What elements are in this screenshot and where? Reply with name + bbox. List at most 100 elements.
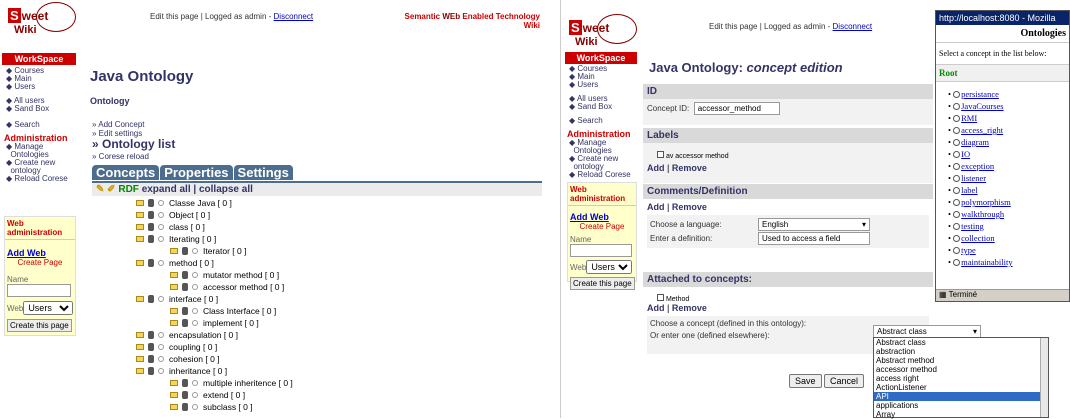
sidebar-item-sandbox[interactable]: ◆ Sand Box xyxy=(2,105,76,113)
remove-concept-link[interactable]: Remove xyxy=(672,303,707,313)
admin-manage-ontologies[interactable]: ◆ Manage Ontologies xyxy=(2,143,76,159)
page-name-input[interactable] xyxy=(570,244,632,257)
edit-icon[interactable]: ✐ xyxy=(107,184,115,195)
tree-item[interactable]: inheritance [ 0 ] xyxy=(136,366,227,376)
concept-option[interactable]: • RMI xyxy=(948,112,1069,124)
tree-item[interactable]: Iterator [ 0 ] xyxy=(170,246,246,256)
tree-item[interactable]: encapsulation [ 0 ] xyxy=(136,330,238,340)
admin-reload-corese[interactable]: ◆ Reload Corese xyxy=(2,175,76,183)
concept-option[interactable]: • diagram xyxy=(948,136,1069,148)
web-select[interactable]: Users xyxy=(586,260,633,274)
label-checkbox[interactable] xyxy=(657,151,664,158)
collapse-all-link[interactable]: collapse all xyxy=(199,184,253,195)
tree-item[interactable]: Class Interface [ 0 ] xyxy=(170,306,276,316)
concept-option[interactable]: • IO xyxy=(948,148,1069,160)
cancel-button[interactable]: Cancel xyxy=(824,374,865,388)
tree-item[interactable]: accessor method [ 0 ] xyxy=(170,282,284,292)
radio-icon[interactable] xyxy=(953,103,961,110)
sidebar-item-sandbox[interactable]: ◆ Sand Box xyxy=(565,103,637,111)
dropdown-option[interactable]: access right xyxy=(874,374,1048,383)
pencil-icon[interactable]: ✎ xyxy=(96,184,104,195)
edit-page-link[interactable]: Edit this page xyxy=(150,12,198,21)
concept-option[interactable]: • access_right xyxy=(948,124,1069,136)
dropdown-option-selected[interactable]: API xyxy=(874,392,1048,401)
admin-create-ontology[interactable]: ◆ Create new ontology xyxy=(2,159,76,175)
concept-option[interactable]: • walkthrough xyxy=(948,208,1069,220)
radio-icon[interactable] xyxy=(953,139,961,146)
sidebar-item-search[interactable]: ◆ Search xyxy=(565,117,637,125)
concept-id-input[interactable]: accessor_method xyxy=(693,102,780,115)
radio-icon[interactable] xyxy=(953,91,961,98)
tree-item[interactable]: multiple inheritence [ 0 ] xyxy=(170,378,293,388)
concept-option[interactable]: • exception xyxy=(948,160,1069,172)
tree-item[interactable]: coupling [ 0 ] xyxy=(136,342,217,352)
ontology-list-link[interactable]: » Ontology list xyxy=(92,137,175,151)
radio-icon[interactable] xyxy=(953,115,961,122)
concept-option[interactable]: • label xyxy=(948,184,1069,196)
dropdown-option[interactable]: accessor method xyxy=(874,365,1048,374)
radio-icon[interactable] xyxy=(953,235,961,242)
radio-icon[interactable] xyxy=(953,175,961,182)
admin-create-ontology[interactable]: ◆ Create new ontology xyxy=(565,155,637,171)
concept-option[interactable]: • listener xyxy=(948,172,1069,184)
rdf-link[interactable]: RDF xyxy=(118,184,139,195)
radio-icon[interactable] xyxy=(953,127,961,134)
tab-settings[interactable]: Settings xyxy=(233,165,293,180)
language-select[interactable]: English ▾ xyxy=(758,218,870,231)
tree-item[interactable]: method [ 0 ] xyxy=(136,258,214,268)
sweetwiki-logo[interactable]: S weet xyxy=(569,14,637,44)
dropdown-option[interactable]: ActionListener xyxy=(874,383,1048,392)
tree-item[interactable]: subclass [ 0 ] xyxy=(170,402,253,412)
sidebar-item-users[interactable]: ◆ Users xyxy=(2,83,76,91)
create-page-button[interactable]: Create this page xyxy=(7,319,72,332)
dropdown-option[interactable]: Abstract class xyxy=(874,338,1048,347)
definition-input[interactable]: Used to access a field xyxy=(758,232,870,245)
radio-icon[interactable] xyxy=(953,247,961,254)
remove-comment-link[interactable]: Remove xyxy=(672,202,707,212)
tree-item[interactable]: Iterating [ 0 ] xyxy=(136,234,216,244)
page-name-input[interactable] xyxy=(7,284,71,297)
disconnect-link[interactable]: Disconnect xyxy=(274,12,314,21)
add-concept-link[interactable]: » Add Concept xyxy=(92,120,144,129)
tab-concepts[interactable]: Concepts xyxy=(92,165,160,180)
disconnect-link[interactable]: Disconnect xyxy=(833,22,873,31)
tree-item[interactable]: Classe Java [ 0 ] xyxy=(136,198,232,208)
tree-item[interactable]: cohesion [ 0 ] xyxy=(136,354,220,364)
concept-option[interactable]: • testing xyxy=(948,220,1069,232)
sidebar-item-search[interactable]: ◆ Search xyxy=(2,121,76,129)
add-label-link[interactable]: Add xyxy=(647,163,665,173)
add-concept-link[interactable]: Add xyxy=(647,303,665,313)
popup-titlebar[interactable]: http://localhost:8080 - Mozilla xyxy=(936,11,1069,25)
tab-properties[interactable]: Properties xyxy=(160,165,233,180)
sidebar-item-users[interactable]: ◆ Users xyxy=(565,81,637,89)
tree-item[interactable]: mutator method [ 0 ] xyxy=(170,270,279,280)
tree-item[interactable]: interface [ 0 ] xyxy=(136,294,218,304)
tree-item[interactable]: Object [ 0 ] xyxy=(136,210,210,220)
corese-reload-link[interactable]: » Corese reload xyxy=(92,152,149,161)
radio-icon[interactable] xyxy=(953,259,961,266)
concept-option[interactable]: • polymorphism xyxy=(948,196,1069,208)
concept-option[interactable]: • persistance xyxy=(948,88,1069,100)
expand-all-link[interactable]: expand all xyxy=(142,184,191,195)
concept-option[interactable]: • type xyxy=(948,244,1069,256)
radio-icon[interactable] xyxy=(953,211,961,218)
add-web-link[interactable]: Add Web xyxy=(568,212,636,222)
web-select[interactable]: Users xyxy=(23,301,74,315)
dropdown-option[interactable]: Abstract method xyxy=(874,356,1048,365)
dropdown-scrollbar[interactable] xyxy=(1040,338,1048,417)
dropdown-option[interactable]: applications xyxy=(874,401,1048,410)
radio-icon[interactable] xyxy=(953,187,961,194)
dropdown-option[interactable]: abstraction xyxy=(874,347,1048,356)
radio-icon[interactable] xyxy=(953,163,961,170)
radio-icon[interactable] xyxy=(953,223,961,230)
sweetwiki-logo[interactable]: S weet xyxy=(8,2,76,32)
admin-reload-corese[interactable]: ◆ Reload Corese xyxy=(565,171,637,179)
method-checkbox[interactable] xyxy=(657,294,664,301)
add-comment-link[interactable]: Add xyxy=(647,202,665,212)
tree-item[interactable]: extend [ 0 ] xyxy=(170,390,245,400)
concept-option[interactable]: • JavaCourses xyxy=(948,100,1069,112)
radio-icon[interactable] xyxy=(953,199,961,206)
save-button[interactable]: Save xyxy=(789,374,822,388)
remove-label-link[interactable]: Remove xyxy=(672,163,707,173)
radio-icon[interactable] xyxy=(953,151,961,158)
